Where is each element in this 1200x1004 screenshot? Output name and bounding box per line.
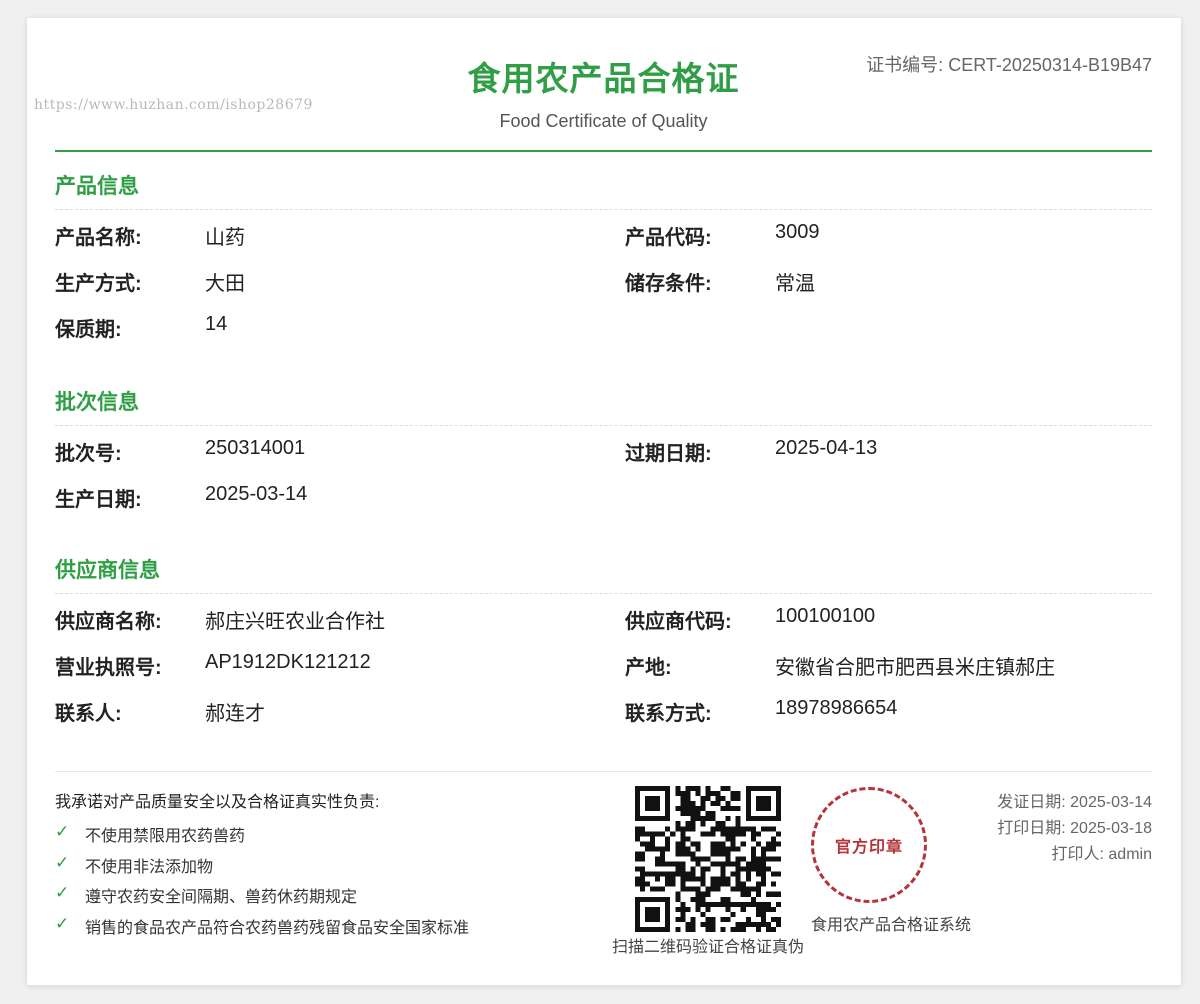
product-info-section: 产品信息 产品名称: 山药 产品代码: 3009 生产方式: 大田 储存条件: …: [55, 168, 1152, 348]
field-label: 联系方式:: [625, 703, 712, 725]
product-code-value: 3009: [775, 221, 820, 243]
field-label: 产品代码:: [625, 227, 712, 249]
issue-date: 发证日期: 2025-03-14: [997, 794, 1152, 811]
field-label: 产地:: [625, 657, 672, 679]
pledge-item: ✓ 不使用禁限用农药兽药: [55, 822, 469, 853]
pledge-item: ✓ 不使用非法添加物: [55, 853, 469, 884]
check-icon: ✓: [55, 913, 70, 933]
field-label: 生产方式:: [55, 273, 142, 295]
pledge-item-text: 不使用非法添加物: [85, 858, 214, 876]
certificate-card: 食用农产品合格证 Food Certificate of Quality 证书编…: [27, 18, 1181, 985]
field-label: 储存条件:: [625, 273, 712, 295]
expire-date-value: 2025-04-13: [775, 437, 878, 459]
issue-meta: 发证日期: 2025-03-14 打印日期: 2025-03-18 打印人: a…: [997, 790, 1152, 868]
origin-value: 安徽省合肥市肥西县米庄镇郝庄: [775, 657, 1055, 679]
info-row: 供应商名称: 郝庄兴旺农业合作社 供应商代码: 100100100: [55, 594, 1152, 640]
storage-condition-value: 常温: [775, 273, 815, 295]
pledge-item-text: 遵守农药安全间隔期、兽药休药期规定: [85, 889, 358, 906]
section-title-supplier: 供应商信息: [55, 552, 1152, 594]
watermark-url: https://www.huzhan.com/ishop28679: [34, 97, 313, 113]
qr-caption: 扫描二维码验证合格证真伪: [611, 939, 804, 956]
pledge-item: ✓ 遵守农药安全间隔期、兽药休药期规定: [55, 883, 469, 914]
check-icon: ✓: [55, 852, 70, 872]
business-license-value: AP1912DK121212: [205, 651, 371, 673]
section-title-batch: 批次信息: [55, 384, 1152, 426]
production-method-value: 大田: [205, 273, 245, 295]
section-title-product: 产品信息: [55, 168, 1152, 210]
supplier-name-value: 郝庄兴旺农业合作社: [205, 611, 385, 633]
check-icon: ✓: [55, 822, 70, 841]
product-name-value: 山药: [205, 227, 245, 249]
info-row: 生产方式: 大田 储存条件: 常温: [55, 256, 1152, 302]
field-label: 供应商名称:: [55, 611, 162, 633]
field-label: 营业执照号:: [55, 657, 162, 679]
footer-divider: [55, 771, 1152, 772]
batch-info-section: 批次信息 批次号: 250314001 过期日期: 2025-04-13 生产日…: [55, 384, 1152, 518]
check-icon: ✓: [55, 883, 70, 902]
field-label: 批次号:: [55, 443, 122, 465]
info-row: 营业执照号: AP1912DK121212 产地: 安徽省合肥市肥西县米庄镇郝庄: [55, 640, 1152, 686]
pledge-title: 我承诺对产品质量安全以及合格证真实性负责:: [55, 794, 380, 811]
info-row: 批次号: 250314001 过期日期: 2025-04-13: [55, 426, 1152, 472]
system-name: 食用农产品合格证系统: [811, 917, 972, 934]
supplier-code-value: 100100100: [775, 605, 876, 627]
official-seal: 官方印章: [811, 787, 927, 903]
print-date: 打印日期: 2025-03-18: [997, 820, 1152, 837]
batch-number-value: 250314001: [205, 437, 306, 459]
field-label: 过期日期:: [625, 443, 712, 465]
field-label: 保质期:: [55, 319, 122, 341]
pledge-item-text: 不使用禁限用农药兽药: [85, 828, 246, 845]
info-row: 生产日期: 2025-03-14: [55, 472, 1152, 518]
seal-text: 官方印章: [834, 839, 903, 856]
certificate-number: 证书编号: CERT-20250314-B19B47: [866, 55, 1152, 75]
printer: 打印人: admin: [1051, 846, 1152, 863]
pledge-item-text: 销售的食品农产品符合农药兽药残留食品安全国家标准: [85, 919, 470, 937]
phone-value: 18978986654: [775, 697, 898, 719]
production-date-value: 2025-03-14: [205, 483, 308, 505]
qr-code-icon: [635, 786, 781, 932]
supplier-info-section: 供应商信息 供应商名称: 郝庄兴旺农业合作社 供应商代码: 100100100 …: [55, 552, 1152, 732]
info-row: 联系人: 郝连才 联系方式: 18978986654: [55, 686, 1152, 732]
pledge-block: 我承诺对产品质量安全以及合格证真实性负责: ✓ 不使用禁限用农药兽药 ✓ 不使用…: [55, 788, 469, 944]
pledge-item: ✓ 销售的食品农产品符合农药兽药残留食品安全国家标准: [55, 914, 469, 945]
field-label: 供应商代码:: [625, 611, 732, 633]
field-label: 产品名称:: [55, 227, 142, 249]
certificate-subtitle: Food Certificate of Quality: [499, 111, 708, 131]
contact-person-value: 郝连才: [205, 703, 265, 725]
info-row: 产品名称: 山药 产品代码: 3009: [55, 210, 1152, 256]
field-label: 生产日期:: [55, 489, 142, 511]
shelf-life-value: 14: [205, 313, 228, 335]
field-label: 联系人:: [55, 703, 122, 725]
info-row: 保质期: 14: [55, 302, 1152, 348]
